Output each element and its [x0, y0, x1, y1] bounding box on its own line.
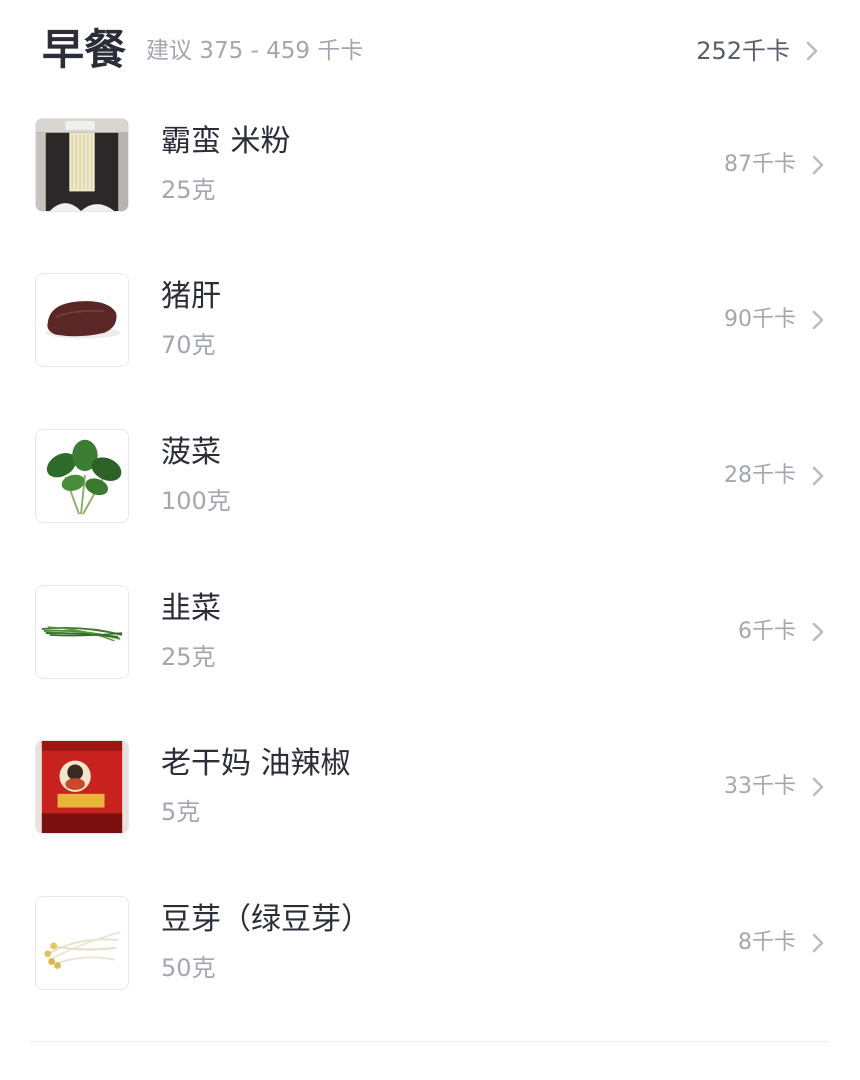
food-calories: 87千卡	[724, 148, 826, 182]
spinach-image	[35, 429, 129, 523]
food-calories-text: 6千卡	[738, 619, 796, 644]
meal-title: 早餐	[42, 25, 127, 74]
food-weight: 70克	[161, 331, 216, 359]
food-name: 老干妈 油辣椒	[161, 746, 351, 781]
meal-total-calories: 252千卡	[696, 37, 790, 65]
meal-card: 早餐 建议 375 - 459 千卡 252千卡 霸蛮 米粉 25克 87千卡 …	[0, 0, 860, 1080]
pork-liver-image	[35, 273, 129, 367]
food-item[interactable]: 菠菜 100克 28千卡	[0, 429, 860, 539]
chevron-right-icon	[812, 777, 824, 797]
chevron-right-icon	[812, 155, 824, 175]
food-calories-text: 87千卡	[724, 152, 796, 177]
meal-suggested-range: 建议 375 - 459 千卡	[146, 38, 364, 64]
bottom-divider	[30, 1041, 828, 1042]
food-calories: 90千卡	[724, 303, 826, 337]
food-calories: 6千卡	[738, 615, 826, 649]
chevron-right-icon	[812, 622, 824, 642]
food-weight: 25克	[161, 643, 216, 671]
food-item[interactable]: 豆芽（绿豆芽） 50克 8千卡	[0, 896, 860, 1006]
food-item[interactable]: 猪肝 70克 90千卡	[0, 273, 860, 383]
food-item[interactable]: 霸蛮 米粉 25克 87千卡	[0, 118, 860, 228]
food-calories-text: 28千卡	[724, 463, 796, 488]
rice-noodle-package-image	[35, 118, 129, 212]
food-calories-text: 33千卡	[724, 774, 796, 799]
food-name: 菠菜	[161, 435, 221, 470]
chevron-right-icon	[812, 933, 824, 953]
food-name: 豆芽（绿豆芽）	[161, 902, 371, 937]
food-name: 韭菜	[161, 591, 221, 626]
food-weight: 5克	[161, 798, 201, 826]
meal-header: 早餐 建议 375 - 459 千卡 252千卡	[0, 0, 860, 100]
food-weight: 100克	[161, 487, 231, 515]
food-item[interactable]: 韭菜 25克 6千卡	[0, 585, 860, 695]
chevron-right-icon	[812, 310, 824, 330]
food-calories-text: 90千卡	[724, 307, 796, 332]
chevron-right-icon	[812, 466, 824, 486]
food-name: 猪肝	[161, 279, 221, 314]
food-calories: 33千卡	[724, 770, 826, 804]
food-name: 霸蛮 米粉	[161, 124, 291, 159]
chives-image	[35, 585, 129, 679]
chevron-right-icon	[806, 41, 818, 61]
meal-total-button[interactable]: 252千卡	[696, 34, 820, 68]
bean-sprouts-image	[35, 896, 129, 990]
food-calories-text: 8千卡	[738, 930, 796, 955]
food-calories: 28千卡	[724, 459, 826, 493]
chili-oil-jar-image	[35, 740, 129, 834]
food-weight: 50克	[161, 954, 216, 982]
food-item[interactable]: 老干妈 油辣椒 5克 33千卡	[0, 740, 860, 850]
food-calories: 8千卡	[738, 926, 826, 960]
food-weight: 25克	[161, 176, 216, 204]
